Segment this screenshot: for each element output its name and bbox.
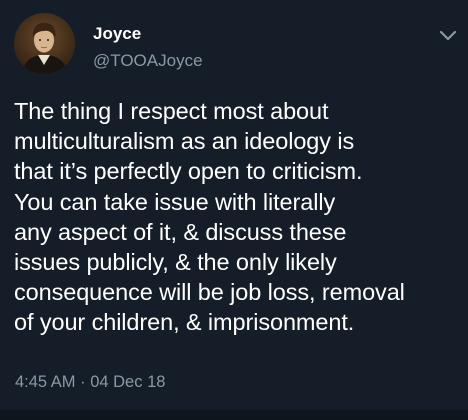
tweet-menu-button[interactable] bbox=[439, 30, 457, 42]
tweet-text: The thing I respect most about multicult… bbox=[14, 96, 464, 338]
portrait-avatar-icon bbox=[14, 13, 75, 74]
avatar[interactable] bbox=[14, 13, 75, 74]
tweet-text-line: consequence will be job loss, removal bbox=[14, 279, 405, 306]
tweet-timestamp[interactable]: 4:45 AM · 04 Dec 18 bbox=[15, 373, 165, 392]
chevron-down-icon bbox=[439, 30, 457, 41]
tweet-text-line: You can take issue with literally bbox=[14, 188, 336, 215]
tweet-text-line: multiculturalism as an ideology is bbox=[14, 128, 355, 155]
tweet-text-line: The thing I respect most about bbox=[14, 98, 329, 124]
bottom-divider bbox=[0, 410, 468, 420]
tweet-text-line: any aspect of it, & discuss these bbox=[14, 218, 347, 245]
tweet-card: Joyce @TOOAJoyce The thing I respect mos… bbox=[0, 0, 468, 420]
tweet-text-line: of your children, & imprisonment. bbox=[14, 309, 355, 336]
display-name[interactable]: Joyce bbox=[93, 24, 141, 44]
tweet-text-line: that it’s perfectly open to criticism. bbox=[14, 158, 363, 185]
user-handle[interactable]: @TOOAJoyce bbox=[93, 51, 203, 71]
tweet-text-line: issues publicly, & the only likely bbox=[14, 249, 337, 276]
